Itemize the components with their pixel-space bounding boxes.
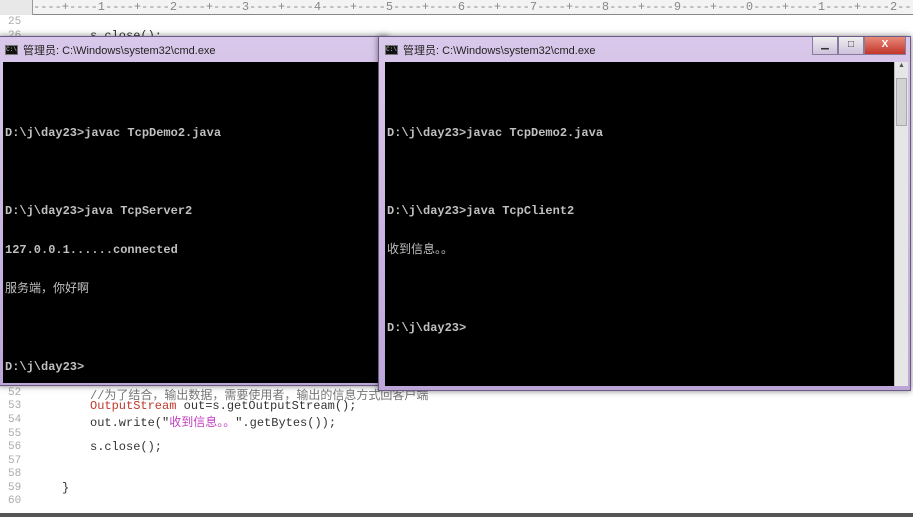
- window-title-bar[interactable]: C:\ 管理员: C:\Windows\system32\cmd.exe: [5, 41, 216, 59]
- console-output[interactable]: D:\j\day23>javac TcpDemo2.java D:\j\day2…: [3, 62, 385, 383]
- ruler-text: ----+----1----+----2----+----3----+----4…: [33, 0, 912, 14]
- editor-bottom-border: [0, 513, 913, 517]
- code-string: 收到信息。。: [169, 416, 236, 430]
- client-cmd-window[interactable]: C:\ 管理员: C:\Windows\system32\cmd.exe ▁ □…: [378, 36, 911, 391]
- code-line[interactable]: OutputStream out=s.getOutputStream();: [90, 399, 356, 413]
- console-line: D:\j\day23>javac TcpDemo2.java: [5, 126, 222, 140]
- code-line[interactable]: }: [62, 481, 69, 495]
- line-number: 56: [8, 441, 22, 453]
- close-button[interactable]: X: [864, 37, 906, 55]
- minimize-button[interactable]: ▁: [812, 37, 838, 55]
- maximize-button[interactable]: □: [838, 37, 864, 55]
- code-text: ".getBytes());: [235, 416, 337, 430]
- code-line[interactable]: out.write("收到信息。。".getBytes());: [90, 413, 336, 430]
- window-controls: ▁ □ X: [812, 37, 906, 55]
- console-line: D:\j\day23>java TcpServer2: [5, 204, 193, 218]
- line-number: 58: [8, 468, 22, 480]
- console-line: 127.0.0.1......connected: [5, 243, 178, 257]
- code-text: out=s.getOutputStream();: [176, 399, 357, 413]
- cmd-icon: C:\: [5, 45, 18, 55]
- cmd-icon: C:\: [385, 45, 398, 55]
- line-number: 59: [8, 482, 22, 494]
- scrollbar-thumb[interactable]: [896, 78, 907, 126]
- console-line: D:\j\day23>: [5, 360, 85, 374]
- console-line: 服务端，你好啊: [5, 282, 90, 296]
- console-line: D:\j\day23>java TcpClient2: [387, 204, 575, 218]
- code-text: out.write(": [90, 416, 170, 430]
- window-title: 管理员: C:\Windows\system32\cmd.exe: [403, 45, 596, 57]
- window-title: 管理员: C:\Windows\system32\cmd.exe: [23, 45, 216, 57]
- line-number: 25: [8, 16, 22, 28]
- line-number: 57: [8, 455, 22, 467]
- scroll-up-arrow-icon[interactable]: ▲: [895, 62, 908, 76]
- console-line: D:\j\day23>javac TcpDemo2.java: [387, 126, 604, 140]
- server-cmd-window[interactable]: C:\ 管理员: C:\Windows\system32\cmd.exe D:\…: [0, 36, 388, 386]
- line-number: 60: [8, 495, 22, 507]
- line-number: 53: [8, 400, 22, 412]
- console-line: 收到信息。。: [387, 243, 454, 257]
- code-line[interactable]: s.close();: [90, 440, 162, 454]
- line-number: 55: [8, 428, 22, 440]
- code-type: OutputStream: [90, 399, 177, 413]
- console-line: D:\j\day23>: [387, 321, 467, 335]
- vertical-scrollbar[interactable]: ▲: [894, 62, 908, 386]
- console-output[interactable]: D:\j\day23>javac TcpDemo2.java D:\j\day2…: [385, 62, 894, 386]
- editor-ruler: ----+----1----+----2----+----3----+----4…: [0, 0, 913, 15]
- window-title-bar[interactable]: C:\ 管理员: C:\Windows\system32\cmd.exe: [385, 41, 596, 59]
- line-number: 54: [8, 414, 22, 426]
- ruler-gutter: [0, 0, 33, 15]
